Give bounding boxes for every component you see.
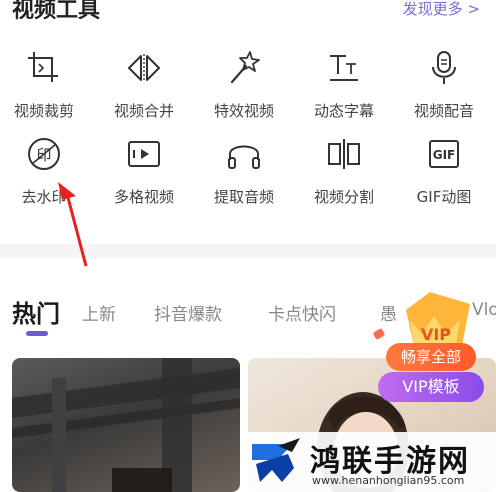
tool-gif[interactable]: GIF GIF动图 — [396, 134, 492, 207]
split-icon — [328, 139, 360, 169]
gif-icon: GIF — [429, 140, 459, 168]
vip-badge-text: VIP — [421, 325, 451, 344]
microphone-icon — [432, 51, 456, 84]
section-title: 视频工具 — [12, 0, 101, 23]
tool-dynamic-subtitle[interactable]: 动态字幕 — [296, 48, 392, 121]
multi-grid-icon — [128, 141, 160, 167]
tool-label: GIF动图 — [416, 188, 472, 206]
discover-more-link[interactable]: 发现更多 > — [403, 0, 480, 19]
tool-extract-audio[interactable]: 提取音频 — [196, 134, 292, 207]
tool-label: 特效视频 — [213, 102, 274, 120]
merge-icon — [128, 54, 160, 82]
tool-video-merge[interactable]: 视频合并 — [96, 48, 192, 121]
tab-douyin-hits[interactable]: 抖音爆款 — [154, 300, 222, 325]
tool-label: 视频裁剪 — [13, 102, 74, 120]
bird-logo — [252, 438, 300, 482]
tool-video-split[interactable]: 视频分割 — [296, 134, 392, 207]
tool-remove-watermark[interactable]: 印 去水印 — [0, 134, 92, 207]
tool-label: 视频合并 — [113, 102, 174, 120]
tab-hot[interactable]: 热门 — [12, 294, 60, 329]
section-header: 视频工具 发现更多 > — [0, 0, 496, 28]
tool-video-crop[interactable]: 视频裁剪 — [0, 48, 92, 121]
template-card[interactable] — [12, 358, 240, 492]
tool-label: 多格视频 — [113, 188, 174, 206]
watermark-url: www.henanhonglian95.com — [312, 474, 465, 487]
magic-wand-icon — [230, 51, 260, 84]
vip-templates-button[interactable]: VIP模板 — [378, 372, 484, 402]
tool-label: 视频配音 — [413, 102, 474, 120]
headphones-icon — [228, 145, 260, 169]
tool-label: 动态字幕 — [313, 102, 374, 120]
vip-enjoy-all-badge[interactable]: 畅享全部 — [386, 343, 476, 371]
tool-multi-grid-video[interactable]: 多格视频 — [96, 134, 192, 207]
tool-label: 提取音频 — [213, 188, 274, 206]
tab-beat-flash[interactable]: 卡点快闪 — [268, 300, 336, 325]
tool-video-dubbing[interactable]: 视频配音 — [396, 48, 492, 121]
tool-label: 视频分割 — [313, 188, 374, 206]
tab-new[interactable]: 上新 — [82, 300, 116, 325]
watermark-icon: 印 — [28, 138, 60, 170]
section-divider — [0, 244, 496, 258]
tool-label: 去水印 — [21, 188, 67, 206]
active-tab-indicator — [26, 331, 48, 336]
tool-effects-video[interactable]: 特效视频 — [196, 48, 292, 121]
svg-text:GIF: GIF — [433, 148, 456, 162]
crop-icon — [28, 52, 58, 82]
template-thumbnail — [12, 358, 240, 492]
text-icon — [330, 55, 358, 81]
